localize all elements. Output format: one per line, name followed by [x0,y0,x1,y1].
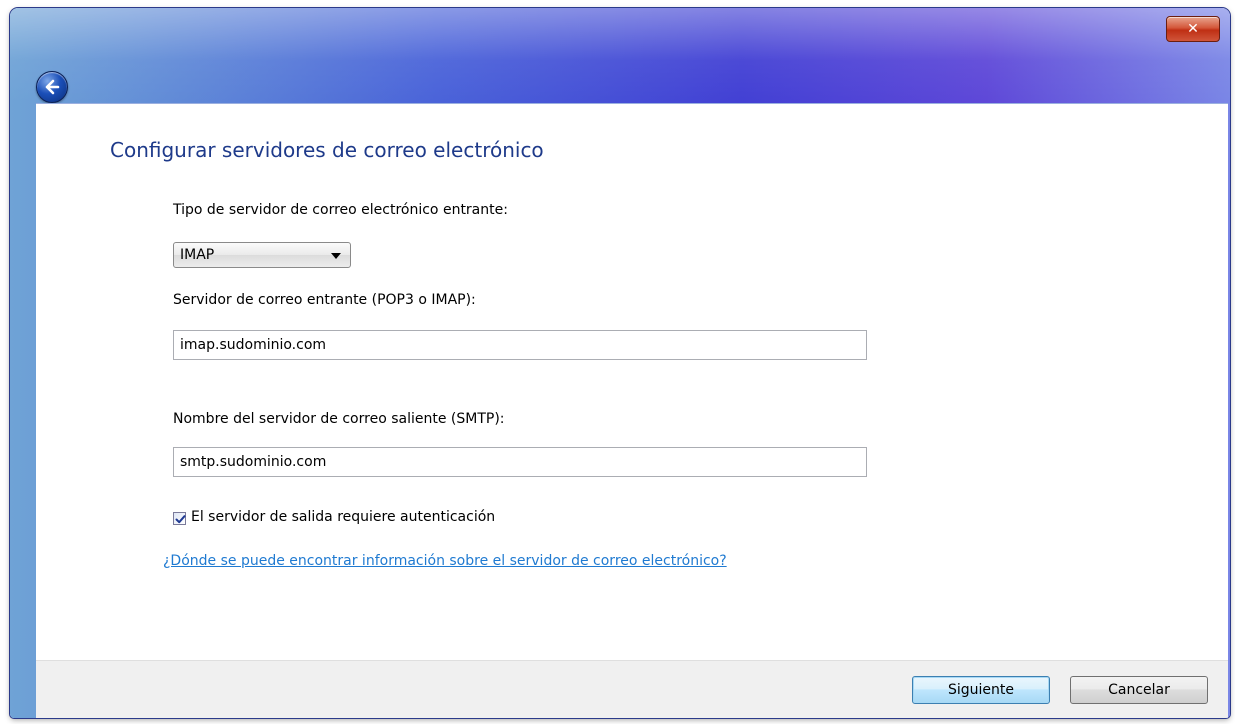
close-icon: ✕ [1187,21,1199,37]
title-bar [10,8,1230,103]
outgoing-server-value: smtp.sudominio.com [180,454,327,470]
incoming-server-value: imap.sudominio.com [180,337,327,353]
close-button[interactable]: ✕ [1166,16,1220,42]
incoming-type-value: IMAP [180,247,215,263]
outgoing-server-label: Nombre del servidor de correo saliente (… [173,411,505,427]
footer-bar: Siguiente Cancelar [36,660,1228,718]
outgoing-server-input[interactable]: smtp.sudominio.com [173,447,867,477]
next-button[interactable]: Siguiente [912,676,1050,704]
auth-checkbox-label[interactable]: El servidor de salida requiere autentica… [191,509,495,525]
incoming-type-label: Tipo de servidor de correo electrónico e… [173,202,508,218]
help-link[interactable]: ¿Dónde se puede encontrar información so… [163,553,727,569]
incoming-server-label: Servidor de correo entrante (POP3 o IMAP… [173,292,476,308]
back-arrow-icon [45,79,60,95]
checkmark-icon [175,515,186,524]
auth-checkbox[interactable] [173,512,186,525]
back-button[interactable] [36,71,68,103]
incoming-server-input[interactable]: imap.sudominio.com [173,330,867,360]
content-panel: Configurar servidores de correo electrón… [36,103,1228,661]
page-title: Configurar servidores de correo electrón… [110,138,544,162]
chevron-down-icon [331,253,341,259]
incoming-type-select[interactable]: IMAP [173,242,351,268]
dialog-window: ✕ Configurar servidores de correo electr… [10,8,1230,718]
cancel-button[interactable]: Cancelar [1070,676,1208,704]
